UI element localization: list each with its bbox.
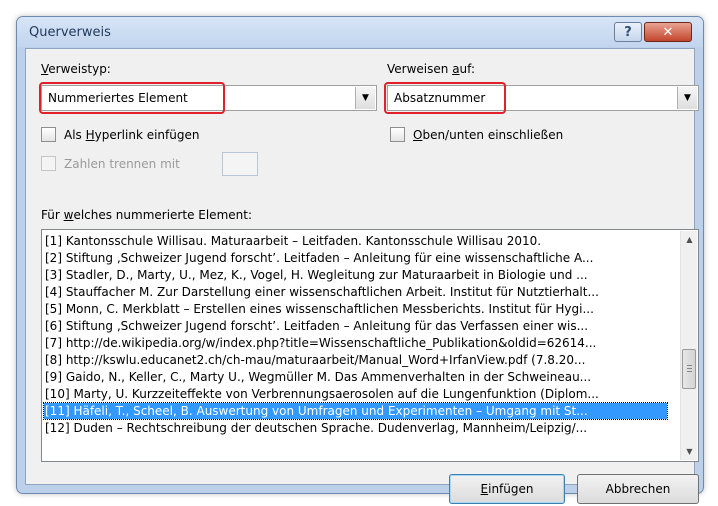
reference-to-value: Absatznummer: [394, 91, 486, 105]
separate-numbers-checkbox[interactable]: [41, 156, 56, 171]
insert-button[interactable]: Einfügen: [449, 474, 565, 504]
list-item[interactable]: [5] Monn, C. Merkblatt – Erstellen eines…: [44, 301, 667, 317]
separator-input[interactable]: [222, 152, 258, 176]
list-label: Für welches nummerierte Element:: [41, 208, 252, 222]
scroll-thumb[interactable]: [682, 349, 696, 389]
reference-type-dropdown[interactable]: Nummeriertes Element ▼: [41, 85, 377, 111]
numbered-items-list[interactable]: [1] Kantonsschule Willisau. Maturaarbeit…: [41, 229, 699, 462]
hyperlink-checkbox[interactable]: [41, 127, 56, 142]
list-item[interactable]: [4] Stauffacher M. Zur Darstellung einer…: [44, 284, 667, 300]
chevron-down-icon: ▼: [362, 93, 369, 103]
reference-to-label: Verweisen auf:: [387, 62, 475, 76]
scroll-down-icon[interactable]: ▼: [681, 443, 698, 460]
scroll-up-icon[interactable]: ▲: [681, 231, 698, 248]
list-item[interactable]: [3] Stadler, D., Marty, U., Mez, K., Vog…: [44, 267, 667, 283]
reference-type-arrow[interactable]: ▼: [355, 87, 375, 109]
reference-to-dropdown[interactable]: Absatznummer ▼: [387, 85, 699, 111]
list-item[interactable]: [11] Häfeli, T., Scheel, B. Auswertung v…: [43, 402, 668, 420]
window-title: Querverweis: [29, 25, 111, 40]
close-button[interactable]: ✕: [644, 22, 692, 42]
chevron-down-icon: ▼: [684, 93, 691, 103]
above-below-checkbox[interactable]: [390, 127, 405, 142]
reference-type-value: Nummeriertes Element: [48, 91, 188, 105]
list-item[interactable]: [7] http://de.wikipedia.org/w/index.php?…: [44, 335, 667, 351]
reference-to-arrow[interactable]: ▼: [677, 87, 697, 109]
close-icon: ✕: [662, 24, 674, 40]
list-item[interactable]: [1] Kantonsschule Willisau. Maturaarbeit…: [44, 233, 667, 249]
vertical-scrollbar[interactable]: ▲ ▼: [680, 231, 697, 460]
separate-numbers-label: Zahlen trennen mit: [64, 157, 180, 171]
help-button[interactable]: ?: [614, 22, 642, 42]
hyperlink-label[interactable]: Als Hyperlink einfügen: [64, 128, 199, 142]
list-item[interactable]: [6] Stiftung ‚Schweizer Jugend forscht’.…: [44, 318, 667, 334]
reference-type-label: Verweistyp:: [41, 62, 111, 76]
list-item[interactable]: [8] http://kswlu.educanet2.ch/ch-mau/mat…: [44, 352, 667, 368]
list-item[interactable]: [9] Gaido, N., Keller, C., Marty U., Weg…: [44, 369, 667, 385]
title-bar: Querverweis ? ✕: [17, 17, 703, 47]
dialog-body: Verweistyp: Nummeriertes Element ▼ Verwe…: [25, 48, 699, 504]
help-icon: ?: [624, 24, 632, 40]
list-item[interactable]: [2] Stiftung ‚Schweizer Jugend forscht’.…: [44, 250, 667, 266]
above-below-label[interactable]: Oben/unten einschließen: [413, 128, 563, 142]
cross-reference-dialog: Querverweis ? ✕ Verweistyp: Nummeriertes…: [16, 16, 704, 504]
list-item[interactable]: [10] Marty, U. Kurzzeiteffekte von Verbr…: [44, 386, 667, 402]
cancel-button[interactable]: Abbrechen: [577, 474, 699, 504]
list-item[interactable]: [12] Duden – Rechtschreibung der deutsch…: [44, 420, 667, 436]
